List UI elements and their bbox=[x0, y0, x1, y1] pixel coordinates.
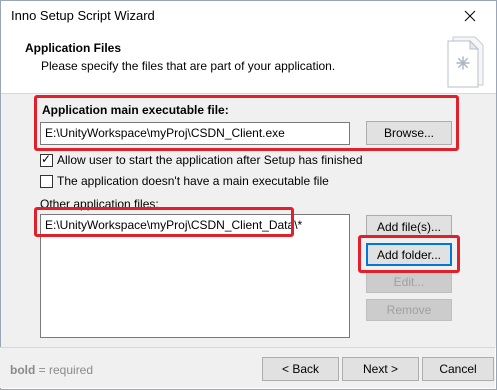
required-note-bold: bold bbox=[10, 363, 36, 377]
allow-start-label: Allow user to start the application afte… bbox=[57, 153, 363, 167]
checkmark-icon: ✓ bbox=[41, 151, 52, 166]
window-title: Inno Setup Script Wizard bbox=[11, 8, 155, 23]
browse-button[interactable]: Browse... bbox=[366, 121, 452, 145]
other-files-list[interactable]: E:\UnityWorkspace\myProj\CSDN_Client_Dat… bbox=[40, 214, 350, 338]
add-folder-button[interactable]: Add folder... bbox=[366, 243, 452, 266]
close-button[interactable] bbox=[448, 1, 492, 31]
other-files-label: Other application files: bbox=[40, 197, 159, 211]
main-exe-label: Application main executable file: bbox=[42, 103, 229, 117]
main-exe-field[interactable]: E:\UnityWorkspace\myProj\CSDN_Client.exe bbox=[40, 122, 350, 145]
add-files-button[interactable]: Add file(s)... bbox=[366, 215, 452, 238]
required-note: bold = required bbox=[10, 363, 93, 377]
wizard-document-icon bbox=[447, 36, 484, 88]
allow-start-option[interactable]: ✓ Allow user to start the application af… bbox=[40, 151, 363, 167]
no-main-exe-label: The application doesn't have a main exec… bbox=[57, 174, 329, 188]
title-bar: Inno Setup Script Wizard bbox=[1, 1, 496, 31]
required-note-rest: = required bbox=[35, 363, 94, 377]
cancel-button[interactable]: Cancel bbox=[422, 357, 494, 381]
wizard-header: Application Files Please specify the fil… bbox=[1, 31, 496, 93]
page-subtitle: Please specify the files that are part o… bbox=[41, 59, 336, 73]
remove-button[interactable]: Remove bbox=[366, 299, 452, 321]
list-item[interactable]: E:\UnityWorkspace\myProj\CSDN_Client_Dat… bbox=[45, 218, 302, 232]
no-main-exe-option[interactable]: The application doesn't have a main exec… bbox=[40, 174, 329, 188]
back-button[interactable]: < Back bbox=[262, 357, 339, 381]
next-button[interactable]: Next > bbox=[342, 357, 419, 381]
no-main-exe-checkbox[interactable] bbox=[40, 174, 53, 188]
page-title: Application Files bbox=[25, 41, 122, 55]
edit-button[interactable]: Edit... bbox=[366, 271, 452, 293]
allow-start-checkbox[interactable]: ✓ bbox=[40, 151, 53, 167]
close-icon bbox=[464, 10, 476, 22]
